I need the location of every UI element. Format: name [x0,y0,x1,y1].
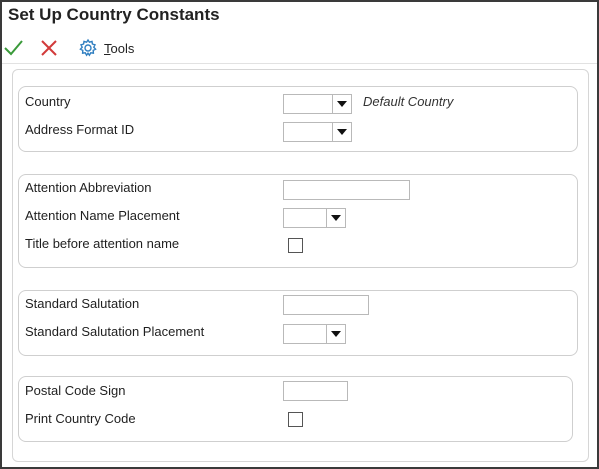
title-before-label: Title before attention name [25,236,180,251]
attention-placement-value [284,209,326,227]
print-country-checkbox[interactable] [288,412,303,427]
salutation-label: Standard Salutation [25,296,140,311]
checkmark-icon [4,40,23,56]
chevron-down-icon [326,325,345,343]
salutation-input[interactable] [283,295,369,315]
tools-button[interactable]: Tools [78,36,134,60]
tools-label: Tools [104,40,135,56]
postal-sign-label: Postal Code Sign [25,383,126,398]
postal-sign-input[interactable] [283,381,348,401]
form-window: Set Up Country Constants Tools Country D… [0,0,599,469]
salutation-placement-value [284,325,326,343]
title-before-checkbox[interactable] [288,238,303,253]
attention-abbrev-input[interactable] [283,180,410,200]
salutation-placement-select[interactable] [283,324,346,344]
attention-placement-label: Attention Name Placement [25,208,180,223]
cancel-button[interactable] [38,37,60,59]
attention-placement-select[interactable] [283,208,346,228]
postal-group: Postal Code Sign Print Country Code [18,376,573,442]
address-format-value [284,123,332,141]
salutation-group: Standard Salutation Standard Salutation … [18,290,578,356]
country-hint: Default Country [363,94,454,109]
country-group: Country Default Country Address Format I… [18,86,578,152]
attention-abbrev-label: Attention Abbreviation [25,180,152,195]
country-value [284,95,332,113]
chevron-down-icon [332,123,351,141]
address-format-label: Address Format ID [25,122,135,137]
chevron-down-icon [326,209,345,227]
address-format-select[interactable] [283,122,352,142]
country-label: Country [25,94,71,109]
form-content: Country Default Country Address Format I… [12,69,589,462]
print-country-label: Print Country Code [25,411,136,426]
close-x-icon [41,40,57,56]
toolbar: Tools [2,32,597,64]
attention-group: Attention Abbreviation Attention Name Pl… [18,174,578,268]
country-select[interactable] [283,94,352,114]
chevron-down-icon [332,95,351,113]
page-title: Set Up Country Constants [8,5,220,24]
gear-icon [79,38,97,57]
ok-button[interactable] [2,37,24,59]
salutation-placement-label: Standard Salutation Placement [25,324,205,339]
